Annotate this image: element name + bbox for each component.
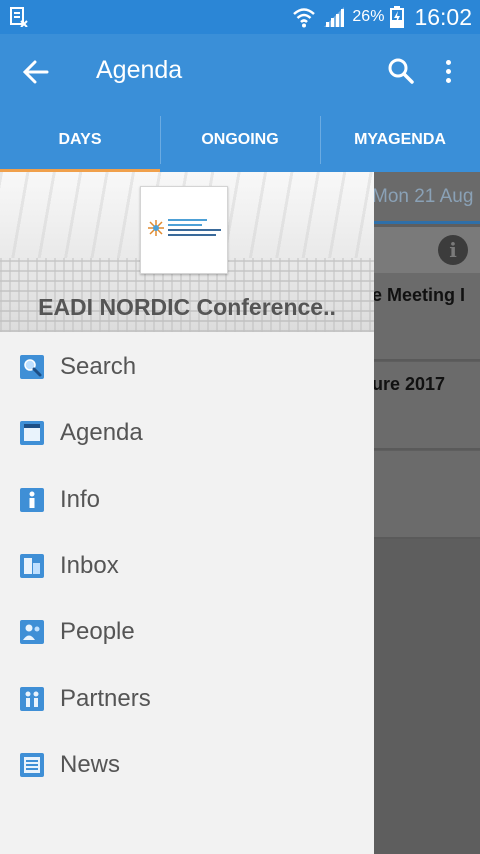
tab-bar: DAYS ONGOING MYAGENDA <box>0 108 480 172</box>
drawer-header: EADI NORDIC Conference.. <box>0 172 374 332</box>
back-button[interactable] <box>18 54 54 90</box>
dot-icon <box>445 68 451 74</box>
drawer-item-news[interactable]: News <box>0 732 374 798</box>
drawer-item-inbox[interactable]: Inbox <box>0 533 374 599</box>
partners-icon <box>20 686 44 711</box>
dot-icon <box>445 77 451 83</box>
logo-mark-icon <box>148 220 164 236</box>
battery-charging-icon <box>390 6 405 28</box>
list-item-title: e Meeting I <box>374 285 466 305</box>
search-button[interactable] <box>384 54 418 88</box>
logo-text-lines <box>168 219 224 239</box>
more-options-button[interactable] <box>436 54 460 88</box>
dot-icon <box>445 59 451 65</box>
agenda-icon <box>20 421 44 446</box>
drawer-item-label: People <box>60 618 135 646</box>
info-row: i <box>374 227 480 273</box>
notification-document-icon <box>10 7 28 27</box>
drawer-item-label: Search <box>60 353 137 381</box>
tab-days[interactable]: DAYS <box>0 108 160 172</box>
inbox-icon <box>20 554 44 579</box>
drawer-item-label: Info <box>60 485 101 513</box>
status-bar: 26% 16:02 <box>0 0 480 34</box>
search-icon <box>20 355 44 380</box>
drawer-item-label: Partners <box>60 684 151 712</box>
drawer-item-partners[interactable]: Partners <box>0 665 374 731</box>
background-agenda-content[interactable]: Mon 21 Aug i e Meeting I ure 2017 <box>374 172 480 854</box>
info-circle-icon[interactable]: i <box>438 235 468 265</box>
wifi-icon <box>293 8 316 28</box>
drawer-item-agenda[interactable]: Agenda <box>0 400 374 466</box>
arrow-back-icon <box>23 60 49 84</box>
drawer-item-search[interactable]: Search <box>0 334 374 400</box>
drawer-item-label: Agenda <box>60 419 143 447</box>
list-item-title: ure 2017 <box>374 374 446 394</box>
tab-ongoing[interactable]: ONGOING <box>160 108 320 172</box>
list-item[interactable]: ure 2017 <box>374 362 480 450</box>
battery-percentage: 26% <box>352 8 385 25</box>
people-icon <box>20 620 44 645</box>
day-label: Mon 21 Aug <box>374 186 474 207</box>
app-bar: Agenda <box>0 34 480 108</box>
info-icon <box>20 487 44 512</box>
page-title: Agenda <box>96 56 183 84</box>
drawer-item-label: Inbox <box>60 552 119 580</box>
drawer-item-label: News <box>60 750 121 778</box>
search-icon <box>388 58 414 84</box>
conference-name: EADI NORDIC Conference.. <box>38 294 336 320</box>
list-item[interactable] <box>374 451 480 539</box>
drawer-menu: Search Agenda Info Inbox People Partners… <box>0 334 374 798</box>
clock: 16:02 <box>414 3 472 30</box>
navigation-drawer: EADI NORDIC Conference.. Search Agenda I… <box>0 172 374 854</box>
news-icon <box>20 752 44 777</box>
signal-icon <box>324 7 345 27</box>
conference-logo <box>140 186 228 274</box>
list-item[interactable]: e Meeting I <box>374 273 480 361</box>
tab-myagenda[interactable]: MYAGENDA <box>320 108 480 172</box>
day-selector[interactable]: Mon 21 Aug <box>374 172 480 224</box>
drawer-item-people[interactable]: People <box>0 599 374 665</box>
drawer-item-info[interactable]: Info <box>0 467 374 533</box>
status-indicators: 26% 16:02 <box>292 0 472 34</box>
